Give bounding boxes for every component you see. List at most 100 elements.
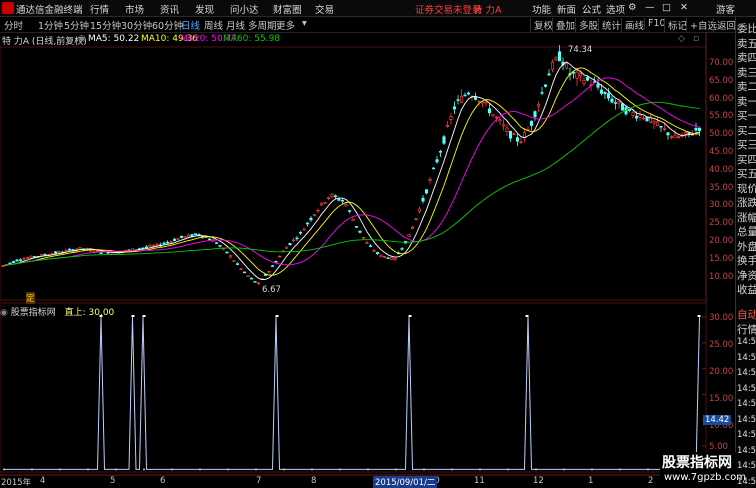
sub-axis-tick: 20.00 [709,367,734,377]
low-marker: 定 [26,292,35,304]
price-tick: 70.00 [709,58,734,68]
sub-indicator-dot [171,468,173,471]
sub-indicator-dot [395,468,397,471]
candle-body [417,208,422,212]
sub-indicator-grid [0,302,707,473]
candle-body [309,217,313,221]
candle-body [484,101,488,104]
side-panel-label[interactable]: 行情 [737,322,756,337]
candle-body [368,245,373,248]
candle-body [473,97,478,100]
side-panel-label: 净资 [737,269,756,282]
candle-body [312,214,317,216]
candle-body [351,219,355,222]
side-panel-label: 14:56 [737,430,756,440]
sub-current-value-badge: 14.42 [703,415,732,425]
candle-body [477,100,481,103]
ma60-line [2,101,700,267]
candle-body [638,114,642,118]
candle-body [613,102,618,104]
side-panel-label: 卖三 [737,66,756,79]
sub-indicator-dot [59,468,61,471]
candle-body [239,268,243,270]
candle-body [172,238,177,242]
candle-body [435,159,439,163]
site-watermark: 股票指标网 www.7gpzb.com [660,452,746,487]
date-tick: 12 [533,476,544,486]
candle-body [228,255,233,258]
candle-body [67,248,72,251]
candle-body [610,98,614,103]
sub-indicator-settings-icon[interactable]: ◉ [0,308,8,318]
candle-body [232,260,236,262]
sub-indicator-peak-mark [142,315,146,317]
ma10-line [2,67,700,276]
candle-body [302,228,306,231]
candle-body [498,119,502,122]
candle-body [515,137,520,142]
candle-body [43,254,47,256]
sub-plot-border [0,302,707,473]
watermark-url: www.7gpzb.com [664,472,746,483]
side-panel-label: 现价 [737,182,756,195]
date-tick: 11 [474,476,485,486]
sub-indicator-dot [311,468,313,471]
candle-body [11,261,16,263]
candle-body [295,237,299,240]
candle-body [676,136,681,139]
side-panel-label: 外盘 [737,240,756,253]
candle-body [267,270,271,273]
side-panel-label[interactable]: 自动 [737,307,756,322]
candle-body [536,104,541,107]
candle-body [393,257,397,261]
candle-body [550,61,555,70]
sub-indicator-dot [339,468,341,471]
candle-body [365,242,369,244]
candle-body [15,259,19,262]
sub-indicator-peak-mark [131,315,135,317]
side-panel-label: 买一 [737,110,756,122]
candle-body [557,51,562,62]
candle-body [582,80,586,84]
candle-body [652,120,656,124]
candle-body [18,259,23,261]
candle-body [662,128,667,130]
candle-body [337,199,341,201]
candle-body [284,246,289,249]
side-panel-label: 换手 [737,255,756,267]
kline-chart[interactable] [0,0,735,487]
side-panel-label: 卖二 [737,81,756,93]
candle-body [53,251,58,254]
candle-body [165,241,170,244]
candle-body [575,71,579,79]
candle-body [176,238,180,240]
side-panel-label: 收益 [737,284,756,296]
sub-indicator-dot [619,468,621,471]
candle-body [372,250,376,252]
candle-body [655,121,660,126]
sub-indicator-dot [591,468,593,471]
sub-indicator-name[interactable]: 股票指标网 [11,308,56,318]
candle-body [414,218,418,220]
low-price-annotation: 6.67 [262,285,281,295]
date-tick: 2015年 [1,478,32,488]
date-tick: 1 [588,476,594,486]
candle-body [512,133,516,135]
candle-body [148,245,152,248]
price-tick: 40.00 [709,165,734,175]
side-panel-label: 买二 [737,124,756,137]
candle-body [235,263,240,265]
side-panel-label: 14:56 [737,414,756,425]
date-tick: 7 [256,476,262,486]
candle-body [277,255,282,258]
candle-body [225,251,229,254]
candle-body [340,200,345,202]
candle-body [407,233,411,237]
candle-body [361,236,366,239]
candle-body [659,126,663,128]
candle-body [39,254,44,257]
candle-body [323,202,327,204]
candle-body [533,111,537,118]
sub-indicator-title: ◉ 股票指标网 直上: 30.00 [0,305,114,318]
candle-body [578,73,583,77]
